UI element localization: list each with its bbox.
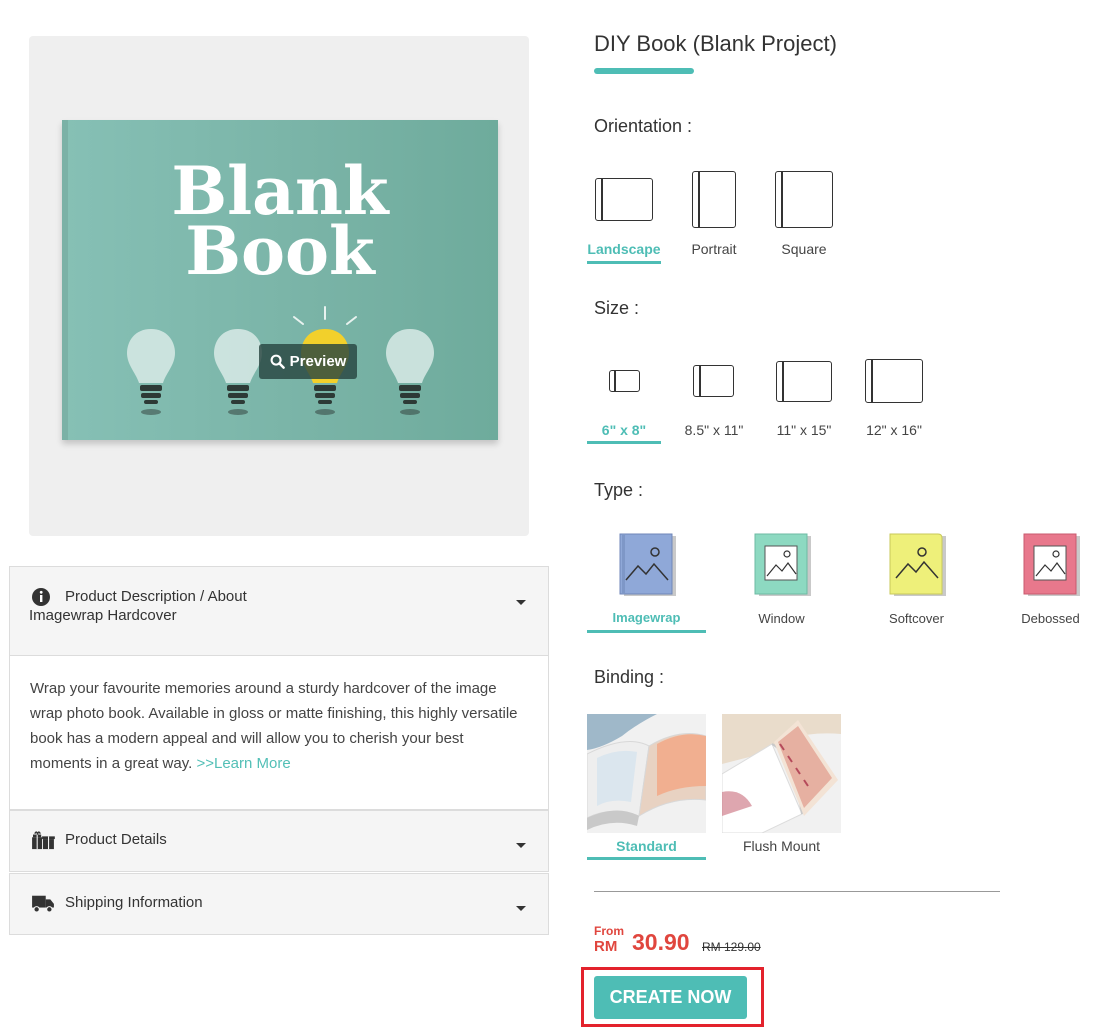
- book-cover-title-line2: Book: [185, 212, 375, 290]
- landscape-icon: [595, 178, 653, 221]
- type-option-softcover[interactable]: Softcover: [857, 530, 976, 634]
- orientation-label: Orientation :: [594, 116, 693, 136]
- chevron-down-icon: [516, 843, 526, 848]
- size-8.5x11-icon: [693, 365, 734, 397]
- binding-label: Binding :: [594, 667, 665, 687]
- binding-option-label: Flush Mount: [742, 838, 821, 854]
- size-option-label: 8.5" x 11": [684, 422, 744, 438]
- binding-option-flush-mount[interactable]: Flush Mount: [722, 714, 841, 860]
- size-option-label: 12" x 16": [866, 422, 922, 438]
- selected-underline: [587, 857, 706, 860]
- window-cover-icon: [754, 533, 811, 596]
- bulb-1: [127, 329, 175, 383]
- type-option-label: Debossed: [1021, 611, 1080, 626]
- type-option-window[interactable]: Window: [722, 530, 841, 634]
- debossed-cover-icon: [1023, 533, 1080, 596]
- product-title: DIY Book (Blank Project): [594, 31, 837, 56]
- accordion-title-details: Product Details: [65, 831, 167, 848]
- orientation-option-portrait[interactable]: Portrait: [682, 165, 746, 265]
- divider: [594, 891, 1000, 892]
- size-option-label: 6" x 8": [601, 422, 647, 438]
- orientation-option-label: Square: [781, 241, 827, 257]
- create-now-button[interactable]: CREATE NOW: [594, 976, 747, 1019]
- selected-underline: [587, 261, 661, 264]
- accordion-header-description[interactable]: Product Description / About Imagewrap Ha…: [10, 567, 548, 655]
- size-option-8.5x11[interactable]: 8.5" x 11": [680, 355, 748, 447]
- accordion-product-details: Product Details: [9, 810, 549, 872]
- info-icon: [32, 588, 50, 606]
- orientation-option-landscape[interactable]: Landscape: [587, 165, 661, 265]
- learn-more-link[interactable]: >>Learn More: [196, 755, 290, 772]
- accordion-header-details[interactable]: Product Details: [10, 811, 548, 871]
- type-option-debossed[interactable]: Debossed: [992, 530, 1109, 634]
- orientation-option-label: Landscape: [587, 241, 661, 257]
- book-cover-image: Blank Book Preview: [62, 120, 498, 440]
- chevron-down-icon: [516, 906, 526, 911]
- bulb-2: [214, 329, 262, 383]
- preview-button-label: Preview: [289, 353, 347, 370]
- type-option-label: Window: [758, 611, 805, 626]
- price-from-label: From: [594, 924, 624, 938]
- size-option-12x16[interactable]: 12" x 16": [860, 355, 928, 447]
- selected-underline: [587, 630, 706, 633]
- orientation-option-square[interactable]: Square: [770, 165, 838, 265]
- truck-icon: [32, 895, 54, 913]
- binding-option-label: Standard: [616, 838, 677, 854]
- preview-button[interactable]: Preview: [259, 344, 357, 379]
- price-value: 30.90: [632, 929, 690, 955]
- selected-underline: [587, 441, 661, 444]
- square-icon: [775, 171, 833, 228]
- type-label: Type :: [594, 480, 644, 500]
- bulb-4: [386, 329, 434, 383]
- search-icon: [270, 354, 285, 369]
- gift-icon: [32, 831, 55, 850]
- imagewrap-cover-icon: [619, 533, 676, 596]
- flush-mount-binding-photo: [722, 714, 841, 833]
- title-accent-bar: [594, 68, 694, 74]
- size-12x16-icon: [865, 359, 923, 403]
- size-6x8-icon: [609, 370, 640, 392]
- orientation-option-label: Portrait: [691, 241, 737, 257]
- accordion-header-shipping[interactable]: Shipping Information: [10, 874, 548, 934]
- price-currency: RM: [594, 938, 618, 955]
- binding-option-standard[interactable]: Standard: [587, 714, 706, 860]
- size-option-11x15[interactable]: 11" x 15": [770, 355, 838, 447]
- size-option-6x8[interactable]: 6" x 8": [587, 355, 661, 447]
- type-option-imagewrap[interactable]: Imagewrap: [587, 530, 706, 634]
- size-option-label: 11" x 15": [776, 422, 832, 438]
- size-11x15-icon: [776, 361, 832, 402]
- type-option-label: Imagewrap: [612, 610, 681, 625]
- accordion-title-shipping: Shipping Information: [65, 894, 203, 911]
- accordion-shipping-information: Shipping Information: [9, 873, 549, 935]
- product-preview-panel: Blank Book Preview: [29, 36, 529, 536]
- accordion-title-description-line2: Imagewrap Hardcover: [29, 607, 177, 624]
- bulb-1-base: [140, 385, 162, 404]
- portrait-icon: [692, 171, 736, 228]
- accordion-title-description: Product Description / About Imagewrap Ha…: [29, 587, 247, 625]
- accordion-body-description: Wrap your favourite memories around a st…: [10, 655, 548, 809]
- size-label: Size :: [594, 298, 640, 318]
- original-price: RM 129.00: [702, 940, 761, 954]
- standard-binding-photo: [587, 714, 706, 833]
- softcover-cover-icon: [889, 533, 946, 596]
- chevron-down-icon: [516, 600, 526, 605]
- accordion-product-description: Product Description / About Imagewrap Ha…: [9, 566, 549, 810]
- accordion-title-description-line1: Product Description / About: [65, 588, 247, 605]
- type-option-label: Softcover: [889, 611, 944, 626]
